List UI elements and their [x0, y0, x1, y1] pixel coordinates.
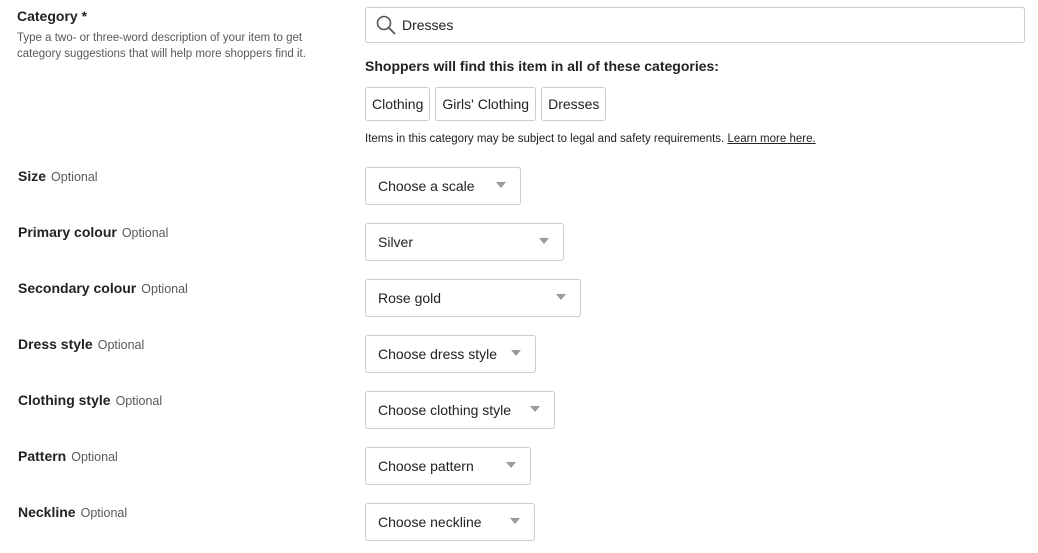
size-select[interactable]: Choose a scale	[365, 167, 521, 205]
optional-tag: Optional	[71, 450, 118, 464]
chevron-down-icon	[496, 182, 506, 188]
optional-tag: Optional	[80, 506, 128, 520]
clothing-style-label-group: Clothing style Optional	[18, 392, 162, 410]
pattern-select[interactable]: Choose pattern	[365, 447, 531, 485]
secondary-colour-label-group: Secondary colour Optional	[18, 280, 188, 298]
clothing-style-select[interactable]: Choose clothing style	[365, 391, 555, 429]
secondary-colour-label: Secondary colour	[18, 280, 137, 296]
chevron-down-icon	[539, 238, 549, 244]
required-mark: *	[81, 8, 88, 24]
optional-tag: Optional	[141, 282, 188, 296]
chevron-down-icon	[510, 518, 520, 524]
search-icon	[376, 15, 396, 35]
chevron-down-icon	[511, 350, 521, 356]
optional-tag: Optional	[97, 338, 145, 352]
secondary-colour-select-value: Rose gold	[378, 290, 442, 306]
category-chip-dresses[interactable]: Dresses	[541, 87, 607, 121]
optional-tag: Optional	[121, 226, 169, 240]
clothing-style-select-value: Choose clothing style	[378, 402, 512, 418]
size-label: Size	[18, 168, 47, 184]
clothing-style-label: Clothing style	[18, 392, 111, 408]
primary-colour-select[interactable]: Silver	[365, 223, 564, 261]
pattern-label: Pattern	[18, 448, 67, 464]
category-label-text: Category	[17, 8, 78, 24]
primary-colour-label-group: Primary colour Optional	[18, 224, 168, 242]
learn-more-link[interactable]: Learn more here.	[727, 133, 815, 145]
legal-note: Items in this category may be subject to…	[365, 133, 816, 145]
dress-style-select-value: Choose dress style	[378, 346, 498, 362]
optional-tag: Optional	[51, 170, 98, 184]
neckline-label: Neckline	[18, 504, 76, 520]
primary-colour-label: Primary colour	[18, 224, 117, 240]
neckline-select-value: Choose neckline	[378, 514, 482, 530]
category-help-text: Type a two- or three-word description of…	[17, 32, 306, 60]
category-search-input[interactable]	[402, 17, 1002, 33]
primary-colour-select-value: Silver	[378, 234, 414, 250]
category-label-group: Category * Type a two- or three-word des…	[17, 8, 332, 62]
chevron-down-icon	[506, 462, 516, 468]
chevron-down-icon	[556, 294, 566, 300]
neckline-select[interactable]: Choose neckline	[365, 503, 535, 541]
legal-note-text: Items in this category may be subject to…	[365, 133, 725, 145]
categories-heading: Shoppers will find this item in all of t…	[365, 58, 719, 74]
neckline-label-group: Neckline Optional	[18, 504, 127, 522]
category-chips: Clothing Girls' Clothing Dresses	[365, 87, 607, 121]
size-label-group: Size Optional	[18, 168, 98, 186]
pattern-select-value: Choose pattern	[378, 458, 474, 474]
dress-style-label: Dress style	[18, 336, 93, 352]
dress-style-label-group: Dress style Optional	[18, 336, 144, 354]
optional-tag: Optional	[115, 394, 163, 408]
category-chip-girls-clothing[interactable]: Girls' Clothing	[435, 87, 537, 121]
category-search-box[interactable]	[365, 7, 1025, 43]
pattern-label-group: Pattern Optional	[18, 448, 118, 466]
listing-details-form: Category * Type a two- or three-word des…	[0, 0, 1038, 553]
chevron-down-icon	[530, 406, 540, 412]
size-select-value: Choose a scale	[378, 178, 475, 194]
dress-style-select[interactable]: Choose dress style	[365, 335, 536, 373]
category-chip-clothing[interactable]: Clothing	[365, 87, 431, 121]
category-label: Category *	[17, 8, 332, 24]
secondary-colour-select[interactable]: Rose gold	[365, 279, 581, 317]
